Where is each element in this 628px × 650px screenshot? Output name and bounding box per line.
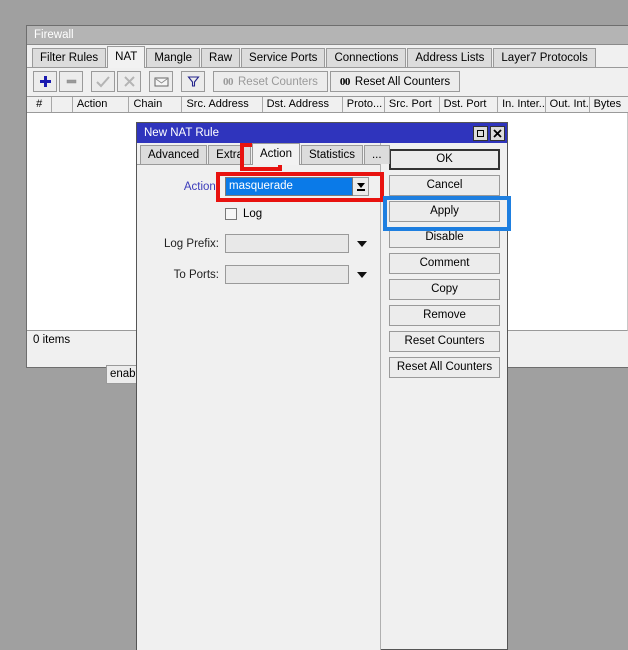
column-header-src-address[interactable]: Src. Address — [182, 97, 262, 112]
firewall-column-headers: # Action Chain Src. Address Dst. Address… — [27, 96, 628, 113]
check-icon — [96, 75, 110, 88]
to-ports-dropdown-icon[interactable] — [357, 272, 367, 278]
firewall-tab-strip: Filter Rules NAT Mangle Raw Service Port… — [27, 45, 628, 68]
nat-tab-more[interactable]: ... — [364, 145, 390, 164]
tab-nat[interactable]: NAT — [107, 46, 145, 68]
reset-counters-button[interactable]: 00 Reset Counters — [213, 71, 328, 92]
close-x-glyph — [493, 129, 502, 138]
log-checkbox[interactable] — [225, 208, 237, 220]
funnel-icon — [187, 75, 200, 88]
enable-rule-button[interactable] — [91, 71, 115, 92]
action-label: Action: — [137, 181, 225, 193]
log-prefix-field-row: Log Prefix: — [137, 234, 380, 253]
tab-layer7-protocols[interactable]: Layer7 Protocols — [493, 48, 595, 67]
tab-raw[interactable]: Raw — [201, 48, 240, 67]
nat-dialog-button-column: OK Cancel Apply Disable Comment Copy Rem… — [381, 143, 508, 650]
arrow-bar-glyph — [357, 189, 365, 191]
tab-filter-rules[interactable]: Filter Rules — [32, 48, 106, 67]
disable-button[interactable]: Disable — [389, 227, 500, 248]
counter-glyph-all: 00 — [340, 76, 350, 88]
column-header-dst-port[interactable]: Dst. Port — [440, 97, 498, 112]
column-header-out-interface[interactable]: Out. Int... — [546, 97, 590, 112]
comment-icon — [154, 76, 169, 88]
apply-button[interactable]: Apply — [389, 201, 500, 222]
log-checkbox-row: Log — [137, 208, 380, 220]
close-icon[interactable] — [490, 126, 505, 141]
tab-service-ports[interactable]: Service Ports — [241, 48, 325, 67]
nat-dialog-left-pane: Advanced Extra Action Statistics ... Act… — [137, 143, 381, 650]
column-header-src-port[interactable]: Src. Port — [385, 97, 440, 112]
item-count-label: 0 items — [33, 334, 70, 346]
occluded-enable-label: enab — [110, 368, 136, 380]
action-field-row: Action: masquerade — [137, 177, 380, 196]
reset-counters-label: Reset Counters — [238, 76, 318, 88]
remove-button[interactable]: Remove — [389, 305, 500, 326]
nat-action-form: Action: masquerade Log Log Prefix: — [137, 165, 380, 284]
nat-tab-action[interactable]: Action — [252, 143, 300, 165]
column-header-chain[interactable]: Chain — [129, 97, 182, 112]
minus-icon — [65, 75, 78, 88]
counter-glyph: 00 — [223, 76, 233, 88]
reset-all-counters-label: Reset All Counters — [355, 76, 450, 88]
log-checkbox-label: Log — [243, 208, 262, 220]
to-ports-field-row: To Ports: — [137, 265, 380, 284]
comment-button[interactable] — [149, 71, 173, 92]
nat-tab-advanced[interactable]: Advanced — [140, 145, 207, 164]
comment-button[interactable]: Comment — [389, 253, 500, 274]
firewall-window-title: Firewall — [34, 29, 74, 41]
nat-dialog-title: New NAT Rule — [144, 127, 471, 139]
ok-button[interactable]: OK — [389, 149, 500, 170]
to-ports-input[interactable] — [225, 265, 349, 284]
reset-all-counters-button[interactable]: Reset All Counters — [389, 357, 500, 378]
cross-icon — [123, 75, 136, 88]
reset-counters-button[interactable]: Reset Counters — [389, 331, 500, 352]
column-header-dst-address[interactable]: Dst. Address — [263, 97, 343, 112]
nat-tab-statistics[interactable]: Statistics — [301, 145, 363, 164]
column-header-in-interface[interactable]: In. Inter... — [498, 97, 546, 112]
column-header-bytes[interactable]: Bytes — [590, 97, 628, 112]
firewall-titlebar: Firewall — [27, 26, 628, 45]
plus-icon — [39, 75, 52, 88]
add-rule-button[interactable] — [33, 71, 57, 92]
filter-button[interactable] — [181, 71, 205, 92]
nat-dialog-titlebar: New NAT Rule — [137, 123, 507, 143]
firewall-toolbar: 00 Reset Counters 00 Reset All Counters — [27, 68, 628, 95]
remove-rule-button[interactable] — [59, 71, 83, 92]
tab-address-lists[interactable]: Address Lists — [407, 48, 492, 67]
log-prefix-input[interactable] — [225, 234, 349, 253]
nat-dialog-tab-strip: Advanced Extra Action Statistics ... — [137, 143, 380, 165]
column-header-action[interactable]: Action — [73, 97, 130, 112]
column-header-blank[interactable] — [52, 97, 72, 112]
reset-all-counters-button[interactable]: 00 Reset All Counters — [330, 71, 460, 92]
nat-dialog-body: Advanced Extra Action Statistics ... Act… — [137, 143, 507, 650]
chevron-down-icon — [357, 183, 365, 188]
tab-mangle[interactable]: Mangle — [146, 48, 200, 67]
disable-rule-button[interactable] — [117, 71, 141, 92]
column-header-protocol[interactable]: Proto... — [343, 97, 385, 112]
cancel-button[interactable]: Cancel — [389, 175, 500, 196]
column-header-index[interactable]: # — [27, 97, 52, 112]
copy-button[interactable]: Copy — [389, 279, 500, 300]
action-input[interactable]: masquerade — [225, 177, 353, 196]
action-dropdown-button[interactable] — [353, 177, 369, 196]
new-nat-rule-dialog: New NAT Rule Advanced Extra Action Stati… — [136, 122, 508, 650]
tab-connections[interactable]: Connections — [326, 48, 406, 67]
log-prefix-dropdown-icon[interactable] — [357, 241, 367, 247]
log-prefix-label: Log Prefix: — [137, 238, 225, 250]
nat-tab-extra[interactable]: Extra — [208, 145, 251, 164]
maximize-icon[interactable] — [473, 126, 488, 141]
to-ports-label: To Ports: — [137, 269, 225, 281]
